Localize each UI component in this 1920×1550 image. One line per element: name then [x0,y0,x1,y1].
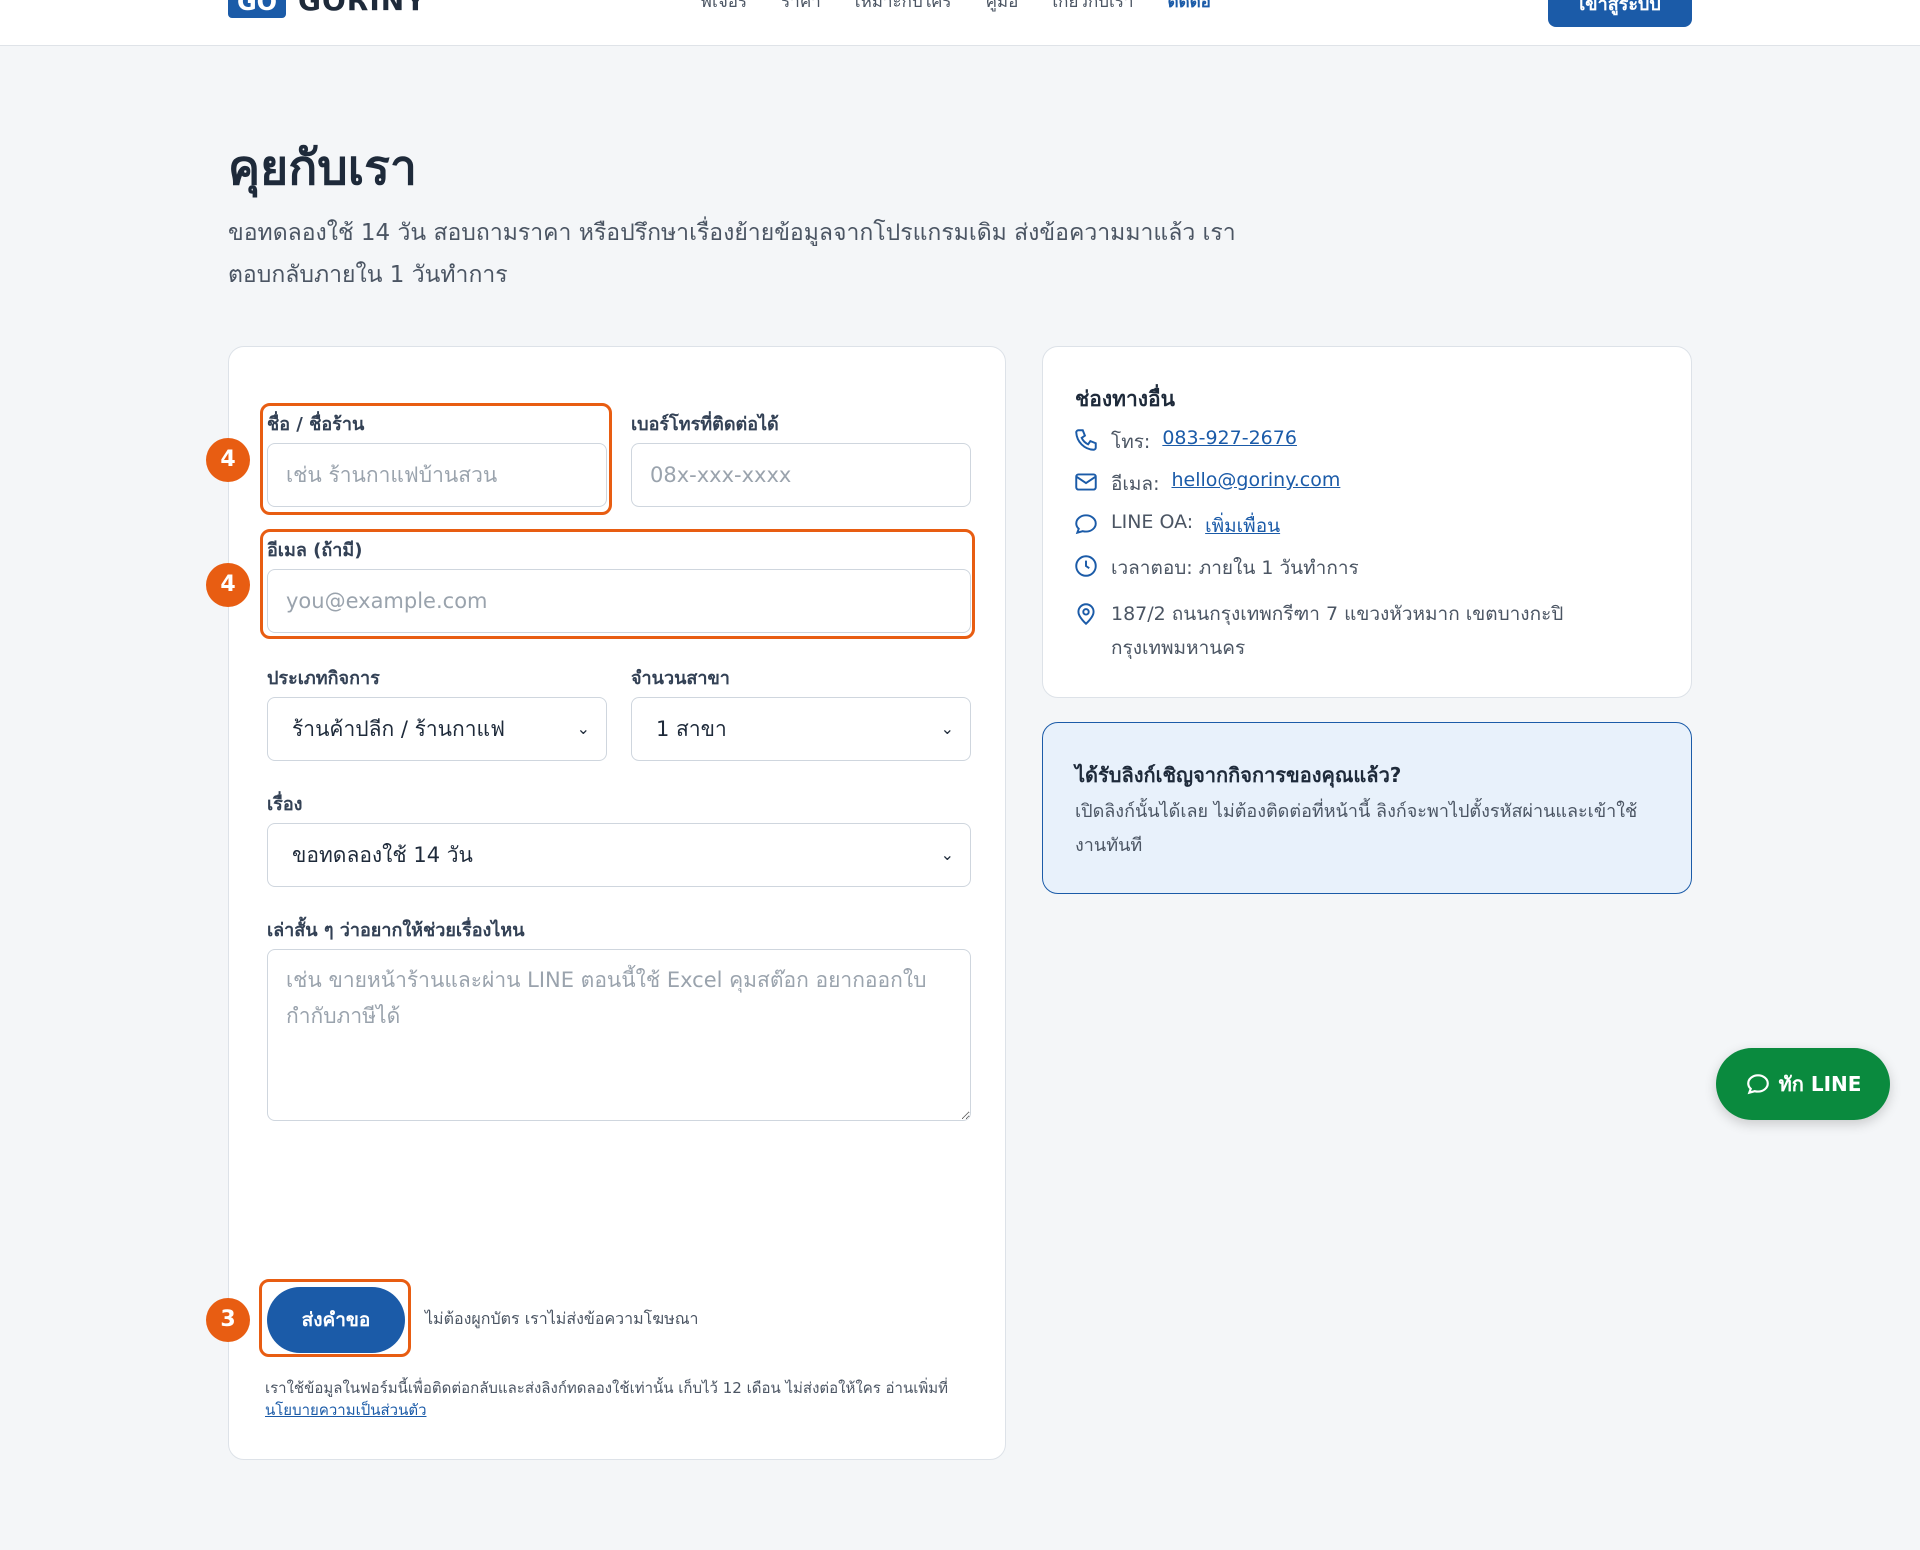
contact-phone-label: โทร: [1111,431,1151,453]
privacy-text: เราใช้ข้อมูลในฟอร์มนี้เพื่อติดต่อกลับและ… [265,1379,949,1397]
login-button[interactable]: เข้าสู่ระบบ [1548,0,1692,27]
highlight-submit-button [259,1279,411,1357]
main-nav: ฟีเจอร์ ราคา เหมาะกับใคร คู่มือ เกี่ยวกั… [700,0,1211,15]
contact-email-row: อีเมล: hello@goriny.com [1073,469,1340,499]
chat-bubble-icon [1746,1074,1769,1095]
nav-item-features[interactable]: ฟีเจอร์ [700,0,747,15]
invite-title: ได้รับลิงก์เชิญจากกิจการของคุณแล้ว? [1075,763,1402,787]
phone-label: เบอร์โทรที่ติดต่อได้ [631,414,779,435]
map-pin-icon [1077,603,1095,626]
floating-line-label: ทัก LINE [1778,1072,1862,1096]
nav-item-guide[interactable]: คู่มือ [986,0,1019,15]
message-label: เล่าสั้น ๆ ว่าอยากให้ช่วยเรื่องไหน [267,920,525,941]
invite-info-card: ได้รับลิงก์เชิญจากกิจการของคุณแล้ว? เปิด… [1042,722,1692,894]
chevron-down-icon: ⌄ [940,719,954,738]
contact-phone-link[interactable]: 083-927-2676 [1162,427,1297,449]
nav-item-about[interactable]: เกี่ยวกับเรา [1052,0,1133,15]
top-navbar: GO GORINY ฟีเจอร์ ราคา เหมาะกับใคร คู่มื… [0,0,1920,46]
contact-line-label: LINE OA: [1111,511,1194,533]
other-channels-title: ช่องทางอื่น [1075,387,1175,411]
highlight-email-field [260,529,975,639]
branches-select[interactable]: 1 สาขา ⌄ [631,697,971,761]
business-type-select[interactable]: ร้านค้าปลีก / ร้านกาแฟ ⌄ [267,697,607,761]
submit-note: ไม่ต้องผูกบัตร เราไม่ส่งข้อความโฆษณา [425,1309,699,1328]
topic-value: ขอทดลองใช้ 14 วัน [292,843,473,867]
step-badge-email: 4 [206,563,250,607]
contact-hours-row: เวลาตอบ: ภายใน 1 วันทำการ [1073,553,1359,583]
chevron-down-icon: ⌄ [576,719,590,738]
topic-select[interactable]: ขอทดลองใช้ 14 วัน ⌄ [267,823,971,887]
chevron-down-icon: ⌄ [940,845,954,864]
topic-label: เรื่อง [267,794,303,815]
contact-phone-row: โทร: 083-927-2676 [1073,427,1297,457]
floating-line-button[interactable]: ทัก LINE [1716,1048,1890,1120]
page-title: คุยกับเรา [228,140,417,196]
phone-icon [1075,429,1097,451]
step-badge-submit: 3 [206,1298,250,1342]
business-type-value: ร้านค้าปลีก / ร้านกาแฟ [292,717,505,741]
chat-bubble-icon [1075,514,1097,535]
nav-item-who[interactable]: เหมาะกับใคร [855,0,952,15]
message-textarea[interactable] [267,949,971,1121]
mail-icon [1075,473,1097,491]
page-subtitle: ขอทดลองใช้ 14 วัน สอบถามราคา หรือปรึกษาเ… [228,220,1236,288]
logo-text[interactable]: GORINY [298,0,426,17]
contact-hours: เวลาตอบ: ภายใน 1 วันทำการ [1111,557,1359,579]
contact-email-label: อีเมล: [1111,473,1160,495]
branches-value: 1 สาขา [656,717,727,741]
phone-input[interactable] [631,443,971,507]
contact-address-row: 187/2 ถนนกรุงเทพกรีฑา 7 แขวงหัวหมาก เขตบ… [1073,601,1613,665]
nav-item-pricing[interactable]: ราคา [781,0,821,15]
step-badge-name: 4 [206,438,250,482]
contact-address: 187/2 ถนนกรุงเทพกรีฑา 7 แขวงหัวหมาก เขตบ… [1111,603,1564,659]
other-channels-card: ช่องทางอื่น โทร: 083-927-2676 อีเมล: hel… [1042,346,1692,698]
branches-label: จำนวนสาขา [631,668,730,689]
highlight-name-field [260,403,612,515]
privacy-note: เราใช้ข้อมูลในฟอร์มนี้เพื่อติดต่อกลับและ… [265,1377,985,1421]
contact-line-link[interactable]: เพิ่มเพื่อน [1205,511,1280,541]
invite-text: เปิดลิงก์นั้นได้เลย ไม่ต้องติดต่อที่หน้า… [1075,801,1638,856]
business-type-label: ประเภทกิจการ [267,668,380,689]
clock-icon [1075,555,1097,577]
contact-email-link[interactable]: hello@goriny.com [1171,469,1340,491]
contact-line-row: LINE OA: เพิ่มเพื่อน [1073,511,1280,541]
logo-mark[interactable]: GO [228,0,286,18]
nav-item-contact[interactable]: ติดต่อ [1168,0,1211,15]
privacy-policy-link[interactable]: นโยบายความเป็นส่วนตัว [265,1401,427,1419]
